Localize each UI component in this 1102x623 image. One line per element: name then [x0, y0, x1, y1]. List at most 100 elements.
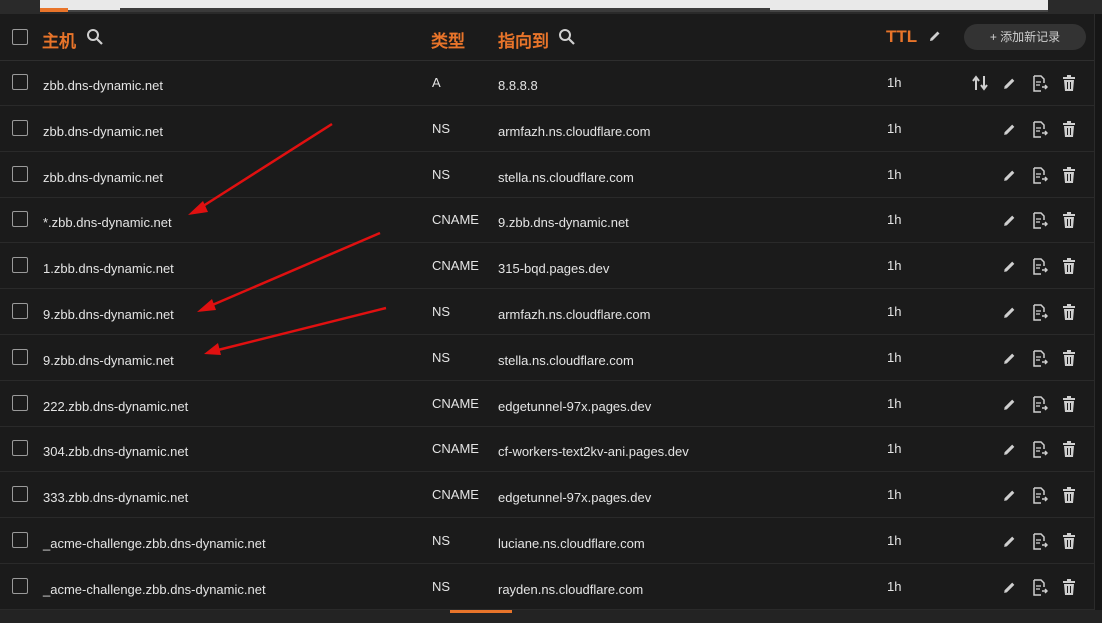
row-checkbox[interactable] — [12, 395, 28, 411]
type-cell: CNAME — [432, 258, 479, 273]
table-row[interactable]: zbb.dns-dynamic.net NS armfazh.ns.cloudfla… — [0, 106, 1094, 152]
trash-icon[interactable] — [1062, 167, 1078, 183]
type-cell: A — [432, 75, 441, 90]
trash-icon[interactable] — [1062, 579, 1078, 595]
export-document-icon[interactable] — [1031, 533, 1049, 550]
pencil-icon[interactable] — [1002, 305, 1018, 321]
trash-icon[interactable] — [1062, 350, 1078, 366]
export-document-icon[interactable] — [1031, 258, 1049, 275]
type-cell: NS — [432, 533, 451, 548]
trash-icon[interactable] — [1062, 487, 1078, 503]
row-checkbox[interactable] — [12, 578, 28, 594]
export-document-icon[interactable] — [1031, 487, 1049, 504]
export-document-icon[interactable] — [1031, 396, 1049, 413]
host-cell: zbb.dns-dynamic.net — [43, 124, 163, 139]
pencil-icon[interactable] — [928, 29, 942, 48]
host-column-header[interactable]: 主机 — [42, 27, 76, 52]
table-row[interactable]: _acme-challenge.zbb.dns-dynamic.net NS ray… — [0, 564, 1094, 610]
row-checkbox[interactable] — [12, 486, 28, 502]
pencil-icon[interactable] — [1002, 259, 1018, 275]
row-checkbox[interactable] — [12, 257, 28, 273]
row-checkbox[interactable] — [12, 349, 28, 365]
target-column-header[interactable]: 指向到 — [498, 27, 549, 52]
row-checkbox[interactable] — [12, 120, 28, 136]
table-row[interactable]: 333.zbb.dns-dynamic.net CNAME edgetunnel-9… — [0, 472, 1094, 518]
pencil-icon[interactable] — [1002, 442, 1018, 458]
table-row[interactable]: zbb.dns-dynamic.net A 8.8.8.8 1h — [0, 60, 1094, 106]
pencil-icon[interactable] — [1002, 76, 1018, 92]
target-cell: stella.ns.cloudflare.com — [498, 353, 634, 368]
ttl-cell: 1h — [887, 579, 902, 594]
pencil-icon[interactable] — [1002, 397, 1018, 413]
pencil-icon[interactable] — [1002, 168, 1018, 184]
row-checkbox[interactable] — [12, 532, 28, 548]
trash-icon[interactable] — [1062, 533, 1078, 549]
trash-icon[interactable] — [1062, 212, 1078, 228]
row-checkbox[interactable] — [12, 166, 28, 182]
host-cell: 222.zbb.dns-dynamic.net — [43, 399, 189, 414]
pencil-icon[interactable] — [1002, 488, 1018, 504]
table-row[interactable]: 222.zbb.dns-dynamic.net CNAME edgetunnel-9… — [0, 381, 1094, 427]
host-cell: 9.zbb.dns-dynamic.net — [43, 353, 174, 368]
target-cell: armfazh.ns.cloudflare.com — [498, 307, 651, 322]
pencil-icon[interactable] — [1002, 122, 1018, 138]
target-cell: edgetunnel-97x.pages.dev — [498, 490, 652, 505]
type-cell: NS — [432, 121, 451, 136]
host-cell: 333.zbb.dns-dynamic.net — [43, 490, 189, 505]
select-all-checkbox[interactable] — [12, 29, 28, 45]
export-document-icon[interactable] — [1031, 441, 1049, 458]
host-cell: *.zbb.dns-dynamic.net — [43, 215, 172, 230]
trash-icon[interactable] — [1062, 75, 1078, 91]
trash-icon[interactable] — [1062, 396, 1078, 412]
ttl-cell: 1h — [887, 396, 902, 411]
export-document-icon[interactable] — [1031, 167, 1049, 184]
table-row[interactable]: 9.zbb.dns-dynamic.net NS armfazh.ns.cloudf… — [0, 289, 1094, 335]
bottom-scrollbar[interactable] — [0, 610, 1102, 623]
export-document-icon[interactable] — [1031, 121, 1049, 138]
bottom-accent-indicator — [450, 610, 512, 613]
export-document-icon[interactable] — [1031, 304, 1049, 321]
table-row[interactable]: 1.zbb.dns-dynamic.net CNAME 315-bqd.pages.… — [0, 243, 1094, 289]
search-icon[interactable] — [558, 28, 576, 51]
trash-icon[interactable] — [1062, 258, 1078, 274]
host-cell: 9.zbb.dns-dynamic.net — [43, 307, 174, 322]
export-document-icon[interactable] — [1031, 579, 1049, 596]
table-header: 主机 类型 指向到 TTL + 添加新记录 — [0, 14, 1094, 61]
type-cell: CNAME — [432, 212, 479, 227]
top-strip — [0, 0, 1102, 14]
table-row[interactable]: zbb.dns-dynamic.net NS stella.ns.cloudflar… — [0, 152, 1094, 198]
pencil-icon[interactable] — [1002, 351, 1018, 367]
pencil-icon[interactable] — [1002, 580, 1018, 596]
host-cell: _acme-challenge.zbb.dns-dynamic.net — [43, 536, 266, 551]
export-document-icon[interactable] — [1031, 350, 1049, 367]
table-row[interactable]: _acme-challenge.zbb.dns-dynamic.net NS luc… — [0, 518, 1094, 564]
export-document-icon[interactable] — [1031, 212, 1049, 229]
type-column-header[interactable]: 类型 — [431, 27, 465, 52]
pencil-icon[interactable] — [1002, 534, 1018, 550]
export-document-icon[interactable] — [1031, 75, 1049, 92]
sort-arrows-icon[interactable] — [972, 75, 988, 91]
trash-icon[interactable] — [1062, 304, 1078, 320]
pencil-icon[interactable] — [1002, 213, 1018, 229]
search-icon[interactable] — [86, 28, 104, 51]
target-cell: stella.ns.cloudflare.com — [498, 170, 634, 185]
row-checkbox[interactable] — [12, 74, 28, 90]
row-checkbox[interactable] — [12, 440, 28, 456]
ttl-column-header[interactable]: TTL — [886, 27, 917, 47]
row-checkbox[interactable] — [12, 211, 28, 227]
table-row[interactable]: *.zbb.dns-dynamic.net CNAME 9.zbb.dns-dyna… — [0, 197, 1094, 243]
ttl-cell: 1h — [887, 304, 902, 319]
trash-icon[interactable] — [1062, 121, 1078, 137]
table-row[interactable]: 9.zbb.dns-dynamic.net NS stella.ns.cloudfl… — [0, 335, 1094, 381]
top-scrollbar[interactable] — [120, 8, 770, 12]
target-cell: armfazh.ns.cloudflare.com — [498, 124, 651, 139]
target-cell: luciane.ns.cloudflare.com — [498, 536, 645, 551]
table-row[interactable]: 304.zbb.dns-dynamic.net CNAME cf-workers-t… — [0, 426, 1094, 472]
target-cell: rayden.ns.cloudflare.com — [498, 582, 644, 597]
host-cell: zbb.dns-dynamic.net — [43, 78, 163, 93]
trash-icon[interactable] — [1062, 441, 1078, 457]
host-cell: _acme-challenge.zbb.dns-dynamic.net — [43, 582, 266, 597]
type-cell: NS — [432, 350, 451, 365]
add-record-button[interactable]: + 添加新记录 — [964, 24, 1086, 50]
row-checkbox[interactable] — [12, 303, 28, 319]
